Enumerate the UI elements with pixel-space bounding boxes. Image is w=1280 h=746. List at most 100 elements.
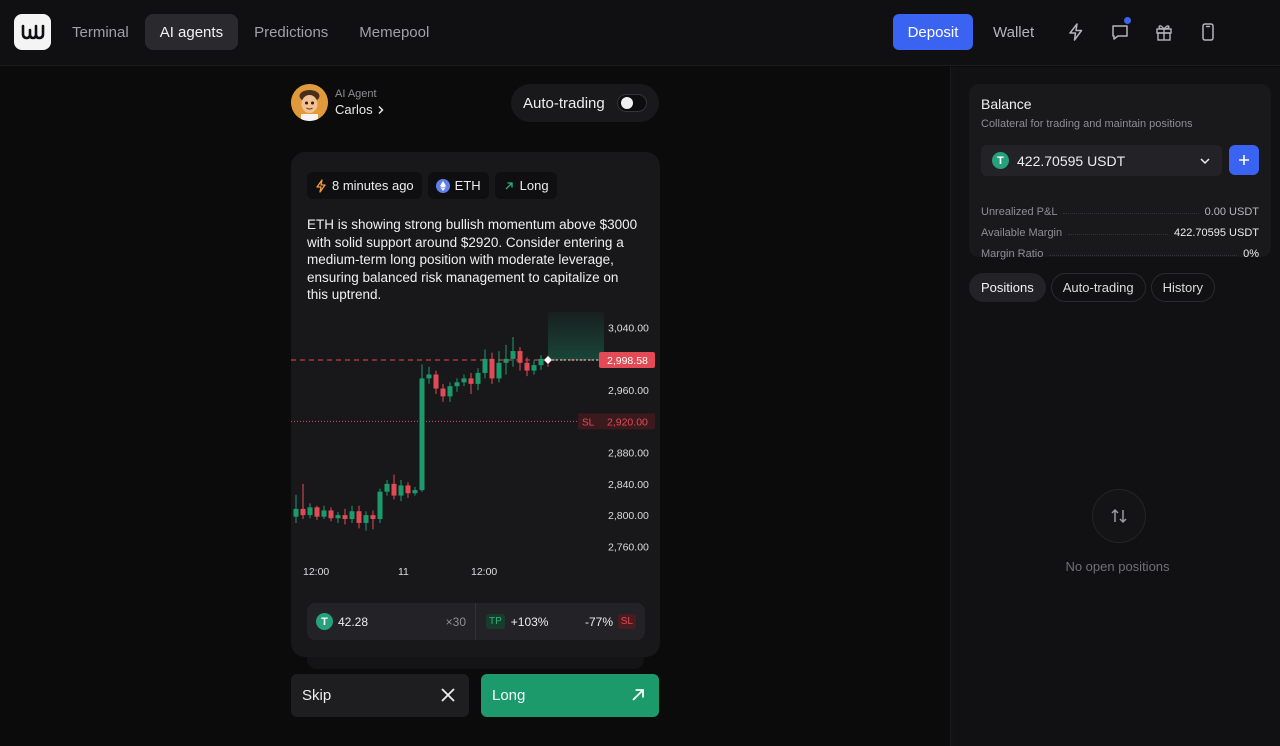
y-tick-label: 2,960.00 bbox=[608, 385, 649, 397]
card-stack-shadow bbox=[307, 655, 644, 669]
skip-label: Skip bbox=[302, 687, 332, 704]
x-tick-label: 11 bbox=[398, 566, 409, 578]
candle-body bbox=[433, 374, 439, 389]
long-button[interactable]: Long bbox=[481, 674, 659, 717]
time-chip: 8 minutes ago bbox=[307, 172, 422, 199]
tp-tag: TP bbox=[486, 614, 505, 629]
candle-body bbox=[454, 382, 460, 387]
candle-body bbox=[538, 358, 544, 366]
available-margin-row: Available Margin 422.70595 USDT bbox=[981, 227, 1259, 239]
skip-button[interactable]: Skip bbox=[291, 674, 469, 717]
arrow-up-right-icon bbox=[632, 689, 644, 701]
current-price-label: 2,998.58 bbox=[607, 355, 648, 367]
asset-chip: ETH bbox=[427, 172, 489, 199]
chevron-down-icon bbox=[1200, 158, 1210, 165]
gift-icon[interactable] bbox=[1152, 20, 1176, 44]
agent-name-link[interactable]: Carlos bbox=[335, 101, 385, 118]
candle-body bbox=[314, 507, 320, 517]
agent-header[interactable]: AI Agent Carlos bbox=[291, 84, 385, 121]
sl-value: -77% bbox=[584, 614, 613, 629]
tether-icon: T bbox=[316, 613, 333, 630]
positions-tabs: Positions Auto-trading History bbox=[969, 273, 1216, 302]
candle-body bbox=[447, 386, 453, 397]
unrealized-pnl-value: 0.00 USDT bbox=[1204, 206, 1259, 218]
position-amount-value: 42.28 bbox=[338, 614, 369, 629]
add-collateral-button[interactable] bbox=[1229, 145, 1259, 175]
candle-body bbox=[482, 358, 488, 373]
signal-direction: Long bbox=[519, 178, 549, 193]
nav-memepool[interactable]: Memepool bbox=[344, 14, 444, 50]
candle-body bbox=[321, 510, 327, 517]
eth-icon bbox=[435, 178, 450, 193]
signal-description: ETH is showing strong bullish momentum a… bbox=[307, 217, 638, 302]
lightning-icon bbox=[316, 178, 326, 193]
candle-body bbox=[419, 378, 425, 491]
candle-body bbox=[335, 515, 341, 519]
empty-positions-text: No open positions bbox=[1065, 559, 1170, 574]
candle-body bbox=[510, 351, 516, 359]
account-panel: Balance Collateral for trading and maint… bbox=[955, 67, 1280, 746]
candle-body bbox=[440, 388, 446, 397]
candle-body bbox=[475, 372, 481, 384]
price-chart[interactable]: 3,040.00 2,960.00 2,880.00 2,840.00 2,800.00… bbox=[291, 312, 660, 582]
candle-body bbox=[398, 485, 404, 496]
candle-body bbox=[489, 358, 495, 379]
tab-history[interactable]: History bbox=[1150, 273, 1216, 302]
nav-predictions[interactable]: Predictions bbox=[239, 14, 343, 50]
wallet-link[interactable]: Wallet bbox=[993, 14, 1034, 50]
x-tick-label: 12:00 bbox=[471, 566, 497, 578]
unrealized-pnl-row: Unrealized P&L 0.00 USDT bbox=[981, 206, 1259, 218]
phone-icon[interactable] bbox=[1196, 20, 1220, 44]
candle-body bbox=[412, 490, 418, 494]
chat-icon[interactable] bbox=[1108, 17, 1132, 44]
signal-time: 8 minutes ago bbox=[332, 178, 414, 193]
position-amount[interactable]: T 42.28 ×30 bbox=[307, 603, 476, 640]
candle-body bbox=[461, 378, 467, 383]
tp-sl-summary[interactable]: TP +103% -77% SL bbox=[476, 603, 645, 640]
candle-body bbox=[496, 362, 502, 379]
candle-body bbox=[377, 491, 383, 520]
candle-body bbox=[293, 508, 299, 517]
nav-ai-agents[interactable]: AI agents bbox=[144, 14, 239, 50]
unrealized-pnl-label: Unrealized P&L bbox=[981, 206, 1058, 218]
tp-value: +103% bbox=[510, 614, 549, 629]
tab-positions[interactable]: Positions bbox=[969, 273, 1046, 302]
signal-card: 8 minutes ago ETH Long ETH is showing st… bbox=[291, 152, 660, 657]
arrow-up-right-icon bbox=[505, 181, 513, 189]
balance-amount: 422.70595 USDT bbox=[1017, 152, 1126, 169]
agent-name: Carlos bbox=[335, 102, 373, 117]
sl-badge-label: SL bbox=[582, 417, 595, 428]
nav-terminal[interactable]: Terminal bbox=[57, 14, 144, 50]
deposit-button[interactable]: Deposit bbox=[893, 14, 973, 50]
lightning-icon[interactable] bbox=[1064, 20, 1088, 44]
app-logo[interactable] bbox=[14, 14, 51, 50]
logo-mark-icon bbox=[21, 24, 44, 40]
sl-tag: SL bbox=[617, 614, 636, 629]
auto-trading-control: Auto-trading bbox=[511, 84, 659, 122]
auto-trading-toggle[interactable] bbox=[617, 94, 647, 112]
tab-auto-trading[interactable]: Auto-trading bbox=[1050, 273, 1146, 302]
notification-dot bbox=[1124, 17, 1131, 24]
x-tick-label: 12:00 bbox=[303, 566, 329, 578]
candle-body bbox=[517, 351, 523, 363]
tether-icon: T bbox=[992, 152, 1009, 169]
collateral-select[interactable]: T 422.70595 USDT bbox=[981, 145, 1222, 176]
direction-chip: Long bbox=[494, 172, 557, 199]
candle-body bbox=[503, 358, 509, 363]
candle-body bbox=[370, 515, 376, 520]
candle-body bbox=[356, 511, 362, 523]
y-tick-label: 2,760.00 bbox=[608, 541, 649, 553]
candle-body bbox=[426, 374, 432, 379]
auto-trading-label: Auto-trading bbox=[523, 94, 605, 112]
close-icon bbox=[441, 688, 455, 702]
leverage-value: ×30 bbox=[445, 614, 466, 629]
balance-card: Balance Collateral for trading and maint… bbox=[969, 84, 1271, 260]
candle-body bbox=[405, 485, 411, 494]
y-tick-label: 3,040.00 bbox=[608, 323, 649, 335]
candle-body bbox=[363, 515, 369, 523]
toggle-knob bbox=[621, 97, 633, 109]
swap-arrows-icon bbox=[1092, 489, 1146, 543]
sl-price-label: 2,920.00 bbox=[607, 416, 648, 428]
candle-body bbox=[307, 507, 313, 516]
candle-body bbox=[328, 510, 334, 519]
